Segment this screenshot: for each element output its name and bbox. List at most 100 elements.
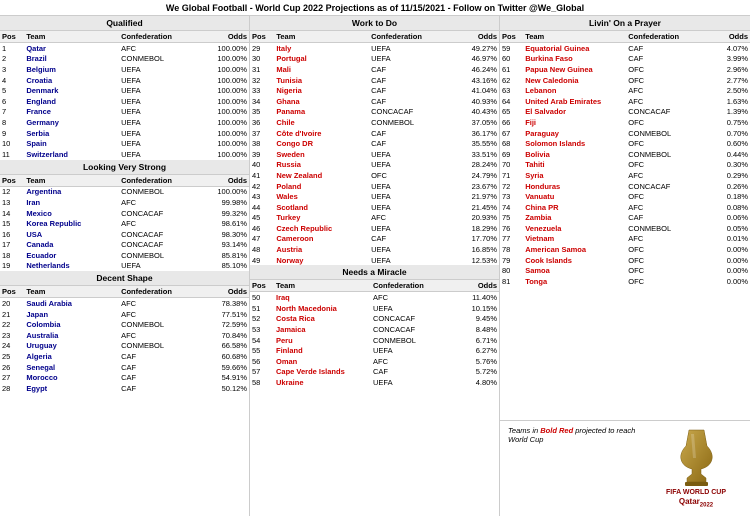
world-cup-logo: FIFA WORLD CUP Qatar2022 — [646, 424, 746, 513]
col-conf-m: Confederation — [371, 280, 448, 292]
table-row: 78American SamoaOFC0.00% — [500, 244, 750, 255]
table-row: 71SyriaAFC0.29% — [500, 170, 750, 181]
table-row: 69BoliviaCONMEBOL0.44% — [500, 149, 750, 160]
bottom-note: Teams in Bold Red projected to reach Wor… — [504, 424, 646, 446]
table-row: 62New CaledoniaOFC2.77% — [500, 75, 750, 86]
work-table: Pos Team Confederation Odds 29ItalyUEFA4… — [250, 31, 499, 265]
table-row: 30PortugalUEFA46.97% — [250, 54, 499, 65]
table-row: 6EnglandUEFA100.00% — [0, 96, 249, 107]
table-row: 49NorwayUEFA12.53% — [250, 255, 499, 266]
table-row: 79Cook IslandsOFC0.00% — [500, 255, 750, 266]
col-conf-d: Confederation — [119, 286, 197, 298]
table-row: 56OmanAFC5.76% — [250, 356, 499, 367]
table-row: 23AustraliaAFC70.84% — [0, 330, 249, 341]
col-pos-q: Pos — [0, 31, 24, 43]
table-row: 24UruguayCONMEBOL66.58% — [0, 341, 249, 352]
table-row: 35PanamaCONCACAF40.43% — [250, 107, 499, 118]
table-row: 25AlgeriaCAF60.68% — [0, 351, 249, 362]
col-team-d: Team — [24, 286, 119, 298]
prayer-table: Pos Team Confederation Odds 59Equatorial… — [500, 31, 750, 287]
table-row: 40RussiaUEFA28.24% — [250, 160, 499, 171]
decent-table: Pos Team Confederation Odds 20Saudi Arab… — [0, 286, 249, 393]
table-row: 38Congo DRCAF35.55% — [250, 138, 499, 149]
table-row: 3BelgiumUEFA100.00% — [0, 64, 249, 75]
table-row: 68Solomon IslandsOFC0.60% — [500, 138, 750, 149]
col-conf-q: Confederation — [119, 31, 197, 43]
table-row: 16USACONCACAF98.30% — [0, 229, 249, 240]
table-row: 7FranceUEFA100.00% — [0, 107, 249, 118]
table-row: 8GermanyUEFA100.00% — [0, 117, 249, 128]
table-row: 66FijiOFC0.75% — [500, 117, 750, 128]
bold-red-text: Bold Red — [540, 426, 573, 435]
table-row: 54PeruCONMEBOL6.71% — [250, 335, 499, 346]
table-row: 12ArgentinaCONMEBOL100.00% — [0, 186, 249, 197]
table-row: 44ScotlandUEFA21.45% — [250, 202, 499, 213]
table-row: 20Saudi ArabiaAFC78.38% — [0, 298, 249, 309]
table-row: 10SpainUEFA100.00% — [0, 138, 249, 149]
col-odds-m: Odds — [448, 280, 499, 292]
table-row: 11SwitzerlandUEFA100.00% — [0, 149, 249, 160]
col-odds-s: Odds — [198, 175, 249, 187]
col-pos-s: Pos — [0, 175, 24, 187]
table-row: 75ZambiaCAF0.06% — [500, 213, 750, 224]
col-pos-m: Pos — [250, 280, 274, 292]
table-row: 36ChileCONMEBOL37.05% — [250, 117, 499, 128]
main-grid: Qualified Pos Team Confederation Odds 1Q… — [0, 16, 750, 516]
table-row: 72HondurasCONCACAF0.26% — [500, 181, 750, 192]
table-row: 14MexicoCONCACAF99.32% — [0, 208, 249, 219]
table-row: 27MoroccoCAF54.91% — [0, 372, 249, 383]
table-row: 39SwedenUEFA33.51% — [250, 149, 499, 160]
table-row: 59Equatorial GuineaCAF4.07% — [500, 43, 750, 54]
table-row: 22ColombiaCONMEBOL72.59% — [0, 319, 249, 330]
table-row: 41New ZealandOFC24.79% — [250, 170, 499, 181]
section-qualified: Qualified — [0, 16, 249, 31]
col-conf-w: Confederation — [369, 31, 447, 43]
table-row: 63LebanonAFC2.50% — [500, 85, 750, 96]
column-3: Livin' On a Prayer Pos Team Confederatio… — [500, 16, 750, 516]
col-pos-p: Pos — [500, 31, 523, 43]
table-row: 13IranAFC99.98% — [0, 197, 249, 208]
col-conf-p: Confederation — [626, 31, 701, 43]
wc-trophy-icon — [669, 428, 724, 488]
col-odds-q: Odds — [198, 31, 249, 43]
col-conf-s: Confederation — [119, 175, 197, 187]
table-row: 1QatarAFC100.00% — [0, 43, 249, 54]
table-row: 80SamoaOFC0.00% — [500, 265, 750, 276]
table-row: 48AustriaUEFA16.85% — [250, 244, 499, 255]
table-row: 34GhanaCAF40.93% — [250, 96, 499, 107]
section-strong: Looking Very Strong — [0, 160, 249, 175]
table-row: 58UkraineUEFA4.80% — [250, 377, 499, 388]
bottom-area: Teams in Bold Red projected to reach Wor… — [500, 420, 750, 516]
table-row: 47CameroonCAF17.70% — [250, 234, 499, 245]
col-pos-w: Pos — [250, 31, 274, 43]
table-row: 51North MacedoniaUEFA10.15% — [250, 303, 499, 314]
col-team-m: Team — [274, 280, 371, 292]
table-row: 55FinlandUEFA6.27% — [250, 345, 499, 356]
table-row: 61Papua New GuineaOFC2.96% — [500, 64, 750, 75]
table-row: 65El SalvadorCONCACAF1.39% — [500, 107, 750, 118]
table-row: 73VanuatuOFC0.18% — [500, 191, 750, 202]
table-row: 77VietnamAFC0.01% — [500, 234, 750, 245]
table-row: 50IraqAFC11.40% — [250, 292, 499, 303]
column-1: Qualified Pos Team Confederation Odds 1Q… — [0, 16, 250, 516]
table-row: 19NetherlandsUEFA85.10% — [0, 261, 249, 272]
col-odds-d: Odds — [198, 286, 249, 298]
section-decent: Decent Shape — [0, 271, 249, 286]
table-row: 29ItalyUEFA49.27% — [250, 43, 499, 54]
table-row: 5DenmarkUEFA100.00% — [0, 85, 249, 96]
page-header: We Global Football - World Cup 2022 Proj… — [0, 0, 750, 16]
col-odds-w: Odds — [448, 31, 499, 43]
table-row: 70TahitiOFC0.30% — [500, 160, 750, 171]
table-row: 26SenegalCAF59.66% — [0, 362, 249, 373]
table-row: 28EgyptCAF50.12% — [0, 383, 249, 394]
table-row: 17CanadaCONCACAF93.14% — [0, 240, 249, 251]
table-row: 46Czech RepublicUEFA18.29% — [250, 223, 499, 234]
table-row: 57Cape Verde IslandsCAF5.72% — [250, 367, 499, 378]
table-row: 2BrazilCONMEBOL100.00% — [0, 54, 249, 65]
col-team-s: Team — [24, 175, 119, 187]
col-odds-p: Odds — [701, 31, 750, 43]
strong-table: Pos Team Confederation Odds 12ArgentinaC… — [0, 175, 249, 272]
table-row: 4CroatiaUEFA100.00% — [0, 75, 249, 86]
col-team-p: Team — [523, 31, 626, 43]
logo-text1: FIFA WORLD CUP — [666, 488, 726, 497]
